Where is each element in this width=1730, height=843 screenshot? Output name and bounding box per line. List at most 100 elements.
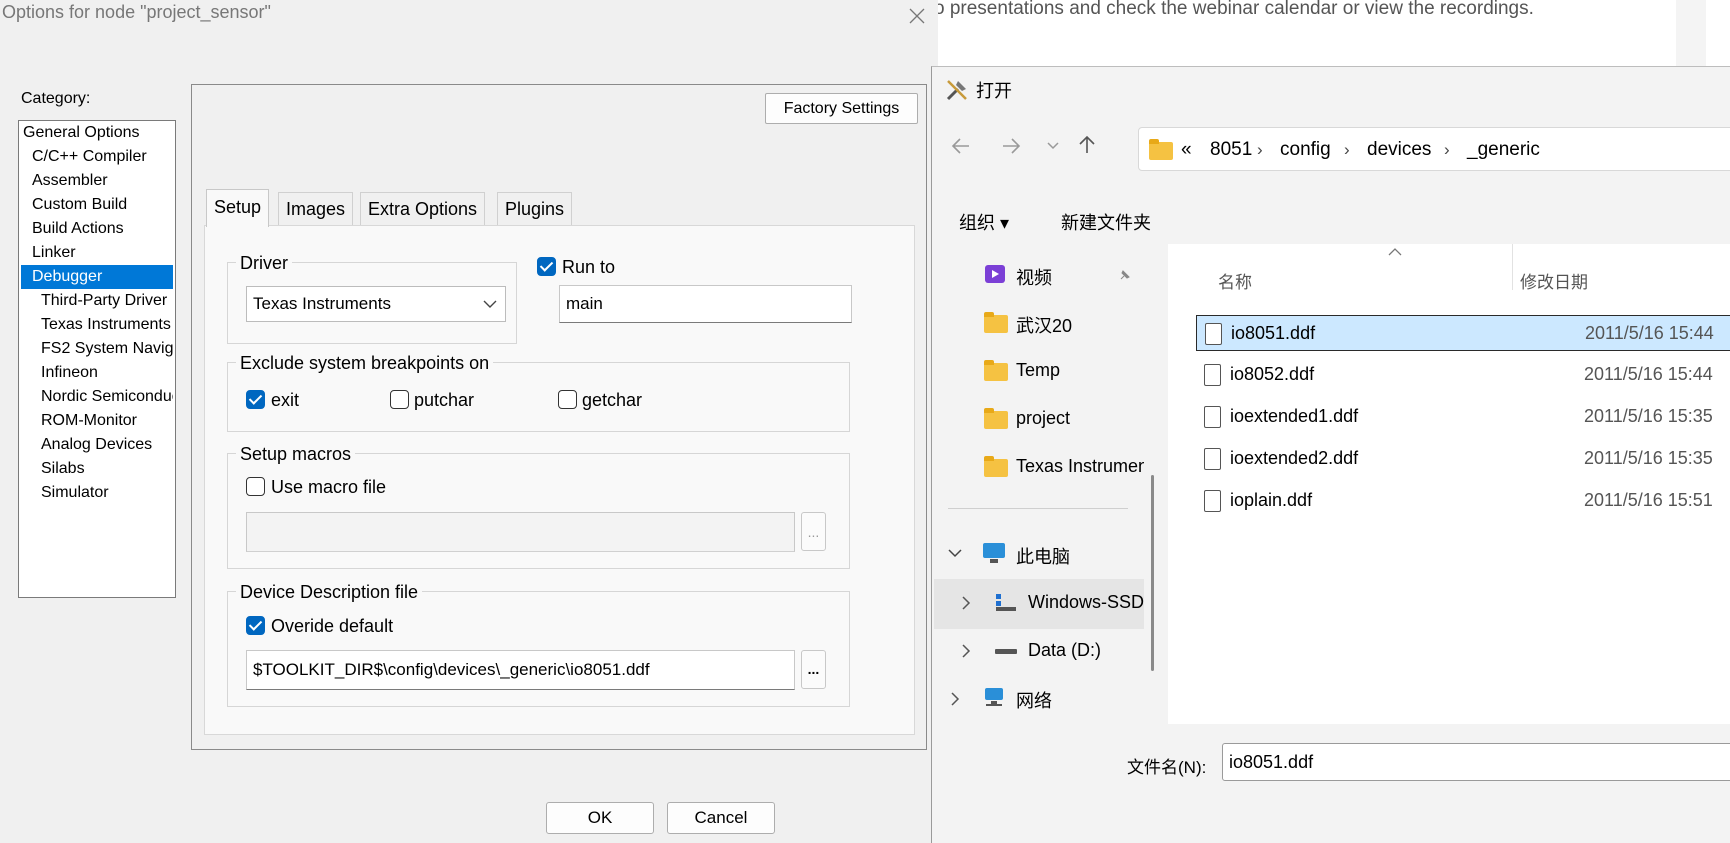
breadcrumb-8051[interactable]: 8051 — [1210, 139, 1252, 161]
new-folder-button[interactable]: 新建文件夹 — [1061, 209, 1151, 235]
file-modified: 2011/5/16 15:51 — [1584, 490, 1713, 510]
recent-locations-button[interactable] — [1038, 135, 1068, 161]
driver-select[interactable]: Texas Instruments — [246, 286, 506, 322]
tab-setup[interactable]: Setup — [206, 189, 270, 227]
close-icon — [909, 8, 925, 24]
column-header-name[interactable]: 名称 — [1218, 268, 1252, 293]
breadcrumb-devices[interactable]: devices — [1367, 139, 1431, 161]
browse-macro-button[interactable]: ... — [801, 512, 826, 551]
file-row-io8051[interactable]: io8051.ddf 2011/5/16 15:44 — [1196, 315, 1730, 351]
browse-ddf-button[interactable]: ... — [801, 650, 826, 689]
drive-icon — [995, 649, 1017, 654]
device-description-path-input[interactable]: $TOOLKIT_DIR$\config\devices\_generic\io… — [246, 650, 795, 690]
file-row-io8052[interactable]: io8052.ddf 2011/5/16 15:44 — [1196, 357, 1730, 393]
run-to-value: main — [566, 294, 603, 313]
up-button[interactable] — [1072, 135, 1102, 161]
file-name: ioextended2.ddf — [1230, 448, 1359, 468]
tab-extra-options[interactable]: Extra Options — [360, 192, 486, 225]
getchar-checkbox[interactable] — [558, 390, 577, 409]
category-item-custom-build[interactable]: Custom Build — [21, 193, 173, 217]
file-icon — [1204, 406, 1221, 428]
chevron-right-icon[interactable] — [961, 596, 971, 610]
tab-plugins[interactable]: Plugins — [497, 192, 573, 225]
run-to-input[interactable]: main — [559, 285, 852, 323]
filename-input[interactable]: io8051.ddf — [1222, 743, 1730, 781]
driver-select-value: Texas Instruments — [253, 294, 391, 313]
category-item-debugger[interactable]: Debugger — [21, 265, 173, 289]
nav-item-this-pc[interactable]: 此电脑 — [1016, 543, 1070, 569]
use-macro-file-label: Use macro file — [271, 477, 387, 497]
exit-checkbox[interactable] — [246, 390, 265, 409]
factory-settings-button[interactable]: Factory Settings — [765, 93, 918, 124]
breadcrumb-separator-icon: › — [1344, 140, 1350, 159]
back-button[interactable] — [946, 135, 976, 161]
putchar-checkbox[interactable] — [390, 390, 409, 409]
filename-value: io8051.ddf — [1229, 751, 1314, 772]
category-item-general-options[interactable]: General Options — [21, 121, 173, 145]
nav-item-temp[interactable]: Temp — [1016, 360, 1060, 381]
folder-icon — [984, 456, 1008, 477]
file-row-ioplain[interactable]: ioplain.ddf 2011/5/16 15:51 — [1196, 483, 1730, 519]
exclude-breakpoints-label: Exclude system breakpoints on — [236, 353, 494, 373]
nav-item-wuhan20[interactable]: 武汉20 — [1016, 312, 1072, 338]
close-button[interactable] — [896, 0, 938, 32]
nav-item-project[interactable]: project — [1016, 408, 1070, 429]
filename-label: 文件名(N): — [1127, 758, 1207, 777]
category-item-linker[interactable]: Linker — [21, 241, 173, 265]
macro-file-input[interactable] — [246, 512, 795, 552]
nav-divider — [948, 508, 1128, 509]
nav-item-windows-ssd[interactable]: Windows-SSD — [1028, 592, 1144, 613]
organize-menu[interactable]: 组织 ▾ — [959, 209, 1009, 235]
category-list[interactable]: General Options C/C++ Compiler Assembler… — [18, 120, 176, 598]
nav-item-texas-instruments[interactable]: Texas Instruments — [1016, 456, 1144, 477]
category-item-silabs[interactable]: Silabs — [21, 457, 173, 481]
override-default-checkbox[interactable] — [246, 616, 265, 635]
run-to-checkbox[interactable] — [537, 257, 556, 276]
category-item-compiler[interactable]: C/C++ Compiler — [21, 145, 173, 169]
file-modified: 2011/5/16 15:44 — [1584, 364, 1713, 384]
breadcrumb-config[interactable]: config — [1280, 139, 1331, 161]
tab-images[interactable]: Images — [278, 192, 354, 225]
column-header-modified[interactable]: 修改日期 — [1520, 268, 1588, 293]
category-item-infineon[interactable]: Infineon — [21, 361, 173, 385]
file-modified: 2011/5/16 15:35 — [1584, 448, 1713, 468]
address-bar[interactable]: « 8051 › config › devices › _generic — [1138, 127, 1730, 171]
breadcrumb-overflow[interactable]: « — [1181, 139, 1192, 161]
category-item-analog-devices[interactable]: Analog Devices — [21, 433, 173, 457]
override-default-label: Overide default — [271, 616, 394, 636]
forward-arrow-icon — [1003, 138, 1021, 154]
back-arrow-icon — [951, 138, 969, 154]
category-item-third-party-driver[interactable]: Third-Party Driver — [21, 289, 173, 313]
category-item-rom-monitor[interactable]: ROM-Monitor — [21, 409, 173, 433]
ok-button[interactable]: OK — [546, 802, 654, 834]
file-row-ioextended2[interactable]: ioextended2.ddf 2011/5/16 15:35 — [1196, 441, 1730, 477]
category-item-nordic-semiconductor[interactable]: Nordic Semiconductor — [21, 385, 173, 409]
cancel-button[interactable]: Cancel — [667, 802, 775, 834]
file-row-ioextended1[interactable]: ioextended1.ddf 2011/5/16 15:35 — [1196, 399, 1730, 435]
file-dialog-title: 打开 — [976, 81, 1012, 101]
forward-button[interactable] — [996, 135, 1026, 161]
category-item-fs2-system-navigator[interactable]: FS2 System Navigator — [21, 337, 173, 361]
pin-icon — [1120, 270, 1130, 280]
category-item-build-actions[interactable]: Build Actions — [21, 217, 173, 241]
tools-icon — [946, 80, 967, 101]
chevron-right-icon[interactable] — [961, 644, 971, 658]
nav-item-videos[interactable]: 视频 — [1016, 264, 1052, 290]
chevron-right-icon[interactable] — [950, 692, 960, 706]
breadcrumb-separator-icon: › — [1444, 140, 1450, 159]
nav-scrollbar[interactable] — [1151, 475, 1154, 671]
category-item-assembler[interactable]: Assembler — [21, 169, 173, 193]
use-macro-file-checkbox[interactable] — [246, 477, 265, 496]
file-name: io8052.ddf — [1230, 364, 1315, 384]
breadcrumb-generic[interactable]: _generic — [1467, 139, 1540, 161]
category-item-simulator[interactable]: Simulator — [21, 481, 173, 505]
computer-icon — [983, 543, 1005, 563]
device-description-path: $TOOLKIT_DIR$\config\devices\_generic\io… — [253, 660, 650, 679]
nav-item-network[interactable]: 网络 — [1016, 687, 1052, 713]
category-item-texas-instruments[interactable]: Texas Instruments — [21, 313, 173, 337]
column-divider[interactable] — [1512, 244, 1513, 290]
chevron-down-icon[interactable] — [948, 548, 962, 558]
nav-item-data-d[interactable]: Data (D:) — [1028, 640, 1101, 661]
chevron-down-icon — [1047, 142, 1059, 150]
getchar-label: getchar — [582, 390, 643, 410]
